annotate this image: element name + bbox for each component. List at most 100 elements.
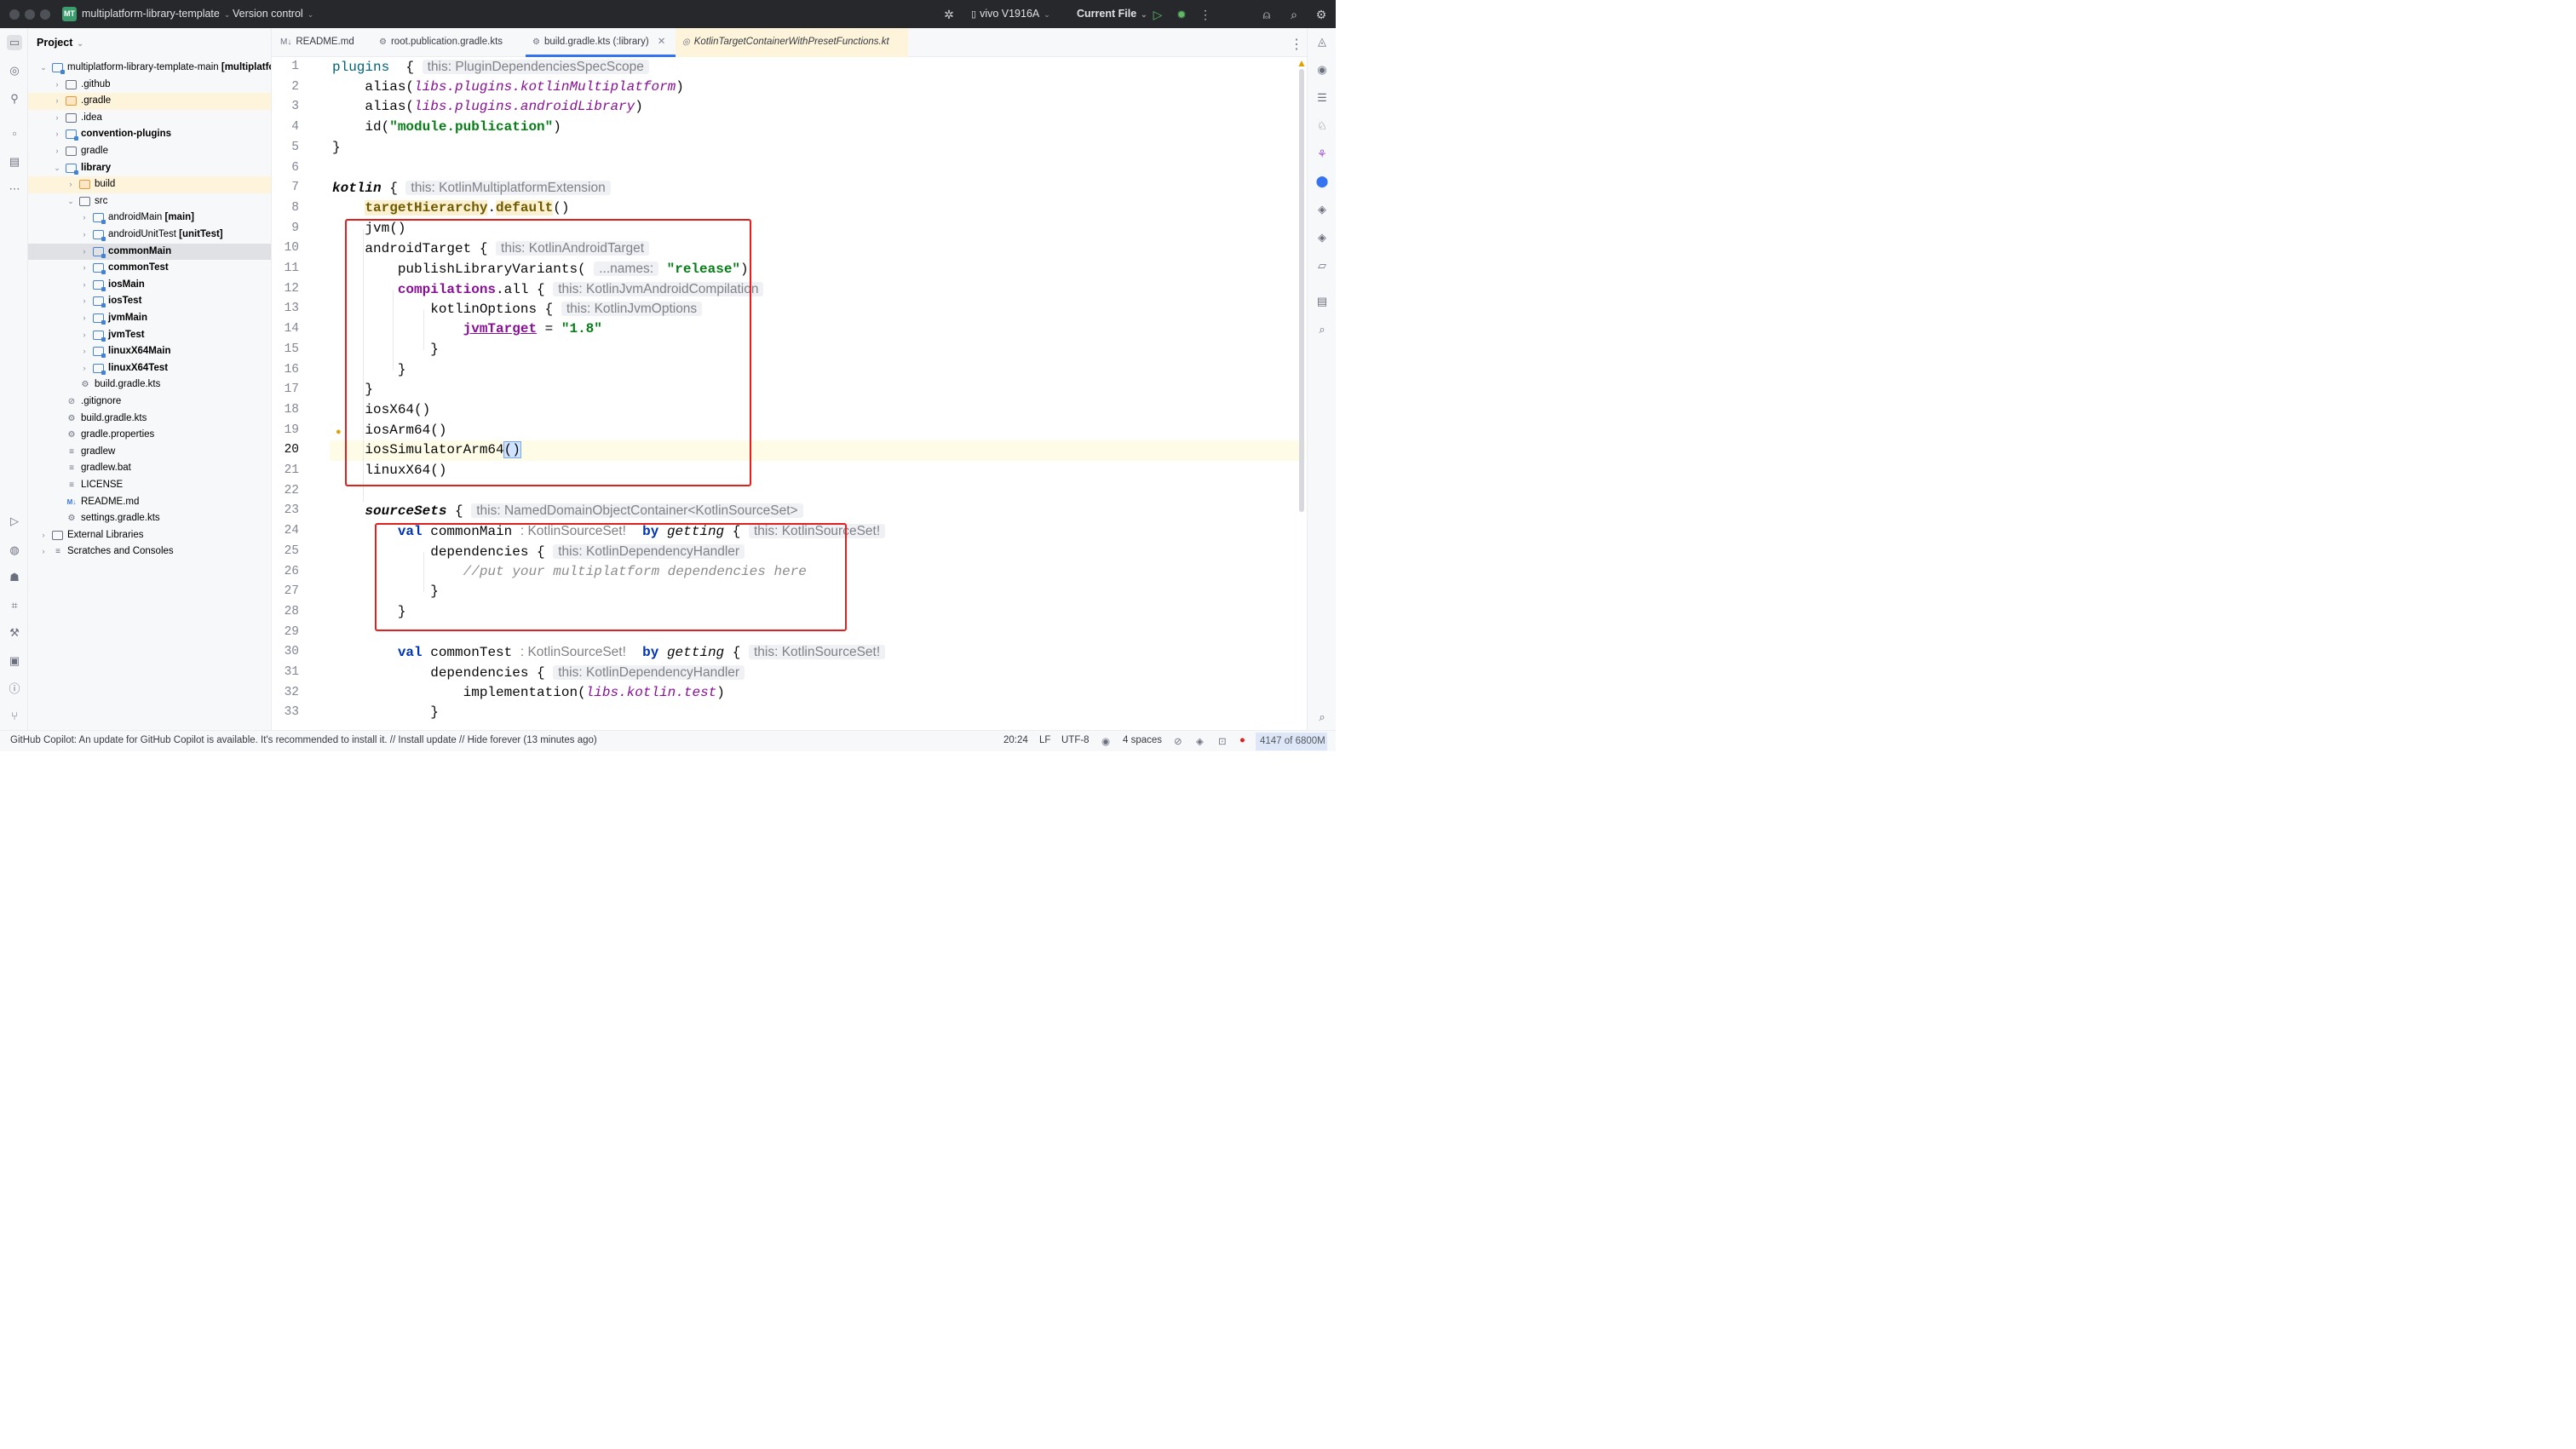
device-selector[interactable]: ▯ vivo V1916A ⌄ [971,8,1050,20]
resource-manager-icon[interactable]: ◎ [7,63,22,78]
vertical-scrollbar[interactable] [1299,69,1304,512]
tree-item[interactable]: ≡ LICENSE [28,477,271,494]
chevron-right-icon[interactable]: › [53,126,61,143]
file-encoding[interactable]: UTF-8 [1061,735,1090,745]
chevron-right-icon[interactable]: › [39,543,48,561]
caret-position[interactable]: 20:24 [1003,735,1028,745]
chevron-right-icon[interactable]: › [53,93,61,110]
tree-item[interactable]: › jvmTest [28,327,271,344]
tree-item[interactable]: › iosTest [28,293,271,310]
project-switcher[interactable]: multiplatform-library-template ⌄ [82,8,230,20]
copilot-icon[interactable]: ◉ [1314,62,1330,78]
close-window-button[interactable] [9,9,20,20]
tree-item[interactable]: › gradle [28,143,271,160]
tree-item[interactable]: ≡ gradlew.bat [28,460,271,477]
add-user-icon[interactable]: ⍝ [1259,7,1274,22]
build-variants-icon[interactable]: ▤ [7,154,22,170]
project-panel-header[interactable]: Project ⌄ [37,37,83,49]
memory-indicator[interactable]: 4147 of 6800M [1256,733,1327,750]
debug-bug-icon[interactable]: ✲ [941,7,957,22]
code-editor[interactable]: plugins { this: PluginDependenciesSpecSc… [272,57,1307,730]
notifications-bell-icon[interactable]: ◬ [1314,34,1330,49]
eye-icon[interactable]: ◉ [1101,735,1110,747]
ai-status-icon[interactable]: ◈ [1196,735,1204,747]
app-inspection-icon[interactable]: ◍ [7,543,22,558]
profiler-icon[interactable]: ⌗ [7,598,22,613]
tab-root-publication[interactable]: ⚙ root.publication.gradle.kts [379,28,503,57]
gradle-elephant-icon[interactable]: ♘ [1314,118,1330,134]
tree-item[interactable]: ⌄ multiplatform-library-template-main [mu… [28,60,271,77]
tree-item[interactable]: › convention-plugins [28,126,271,143]
search-icon[interactable]: ⌕ [1286,7,1302,22]
run-config-selector[interactable]: Current File ⌄ [1077,8,1147,20]
device-manager-icon[interactable]: ▱ [1314,258,1330,273]
tree-item[interactable]: › iosMain [28,277,271,294]
more-vertical-icon[interactable]: ⋮ [1290,36,1303,53]
tree-item[interactable]: › External Libraries [28,527,271,544]
chevron-right-icon[interactable]: › [80,227,89,244]
chevron-right-icon[interactable]: › [80,327,89,344]
tree-item[interactable]: › .idea [28,110,271,127]
vcs-menu[interactable]: Version control ⌄ [233,8,313,20]
device-explorer-icon[interactable]: ⌕ [1314,322,1330,337]
minimize-window-button[interactable] [25,9,35,20]
project-folder-icon[interactable]: ▭ [7,35,22,50]
gear-icon[interactable]: ⚙ [1314,7,1329,22]
tree-item[interactable]: ⚙ build.gradle.kts [28,411,271,428]
status-message[interactable]: GitHub Copilot: An update for GitHub Cop… [10,735,597,745]
tab-kotlin-target-container[interactable]: ◎ KotlinTargetContainerWithPresetFunction… [676,28,908,57]
database-icon[interactable]: ☰ [1314,90,1330,106]
tree-item[interactable]: › commonTest [28,260,271,277]
modules-icon[interactable]: ▫ [7,126,22,141]
copilot-status-icon[interactable]: ⊘ [1174,735,1182,747]
tree-item[interactable]: › androidMain [main] [28,210,271,227]
tree-item[interactable]: › androidUnitTest [unitTest] [28,227,271,244]
chevron-down-icon[interactable]: ⌄ [39,60,48,77]
chevron-down-icon[interactable]: ⌄ [53,160,61,177]
structure-icon[interactable]: ⚲ [7,91,22,106]
chevron-right-icon[interactable]: › [53,77,61,94]
tree-item[interactable]: › linuxX64Test [28,360,271,377]
warning-icon[interactable]: ▲ [1297,57,1307,69]
tree-item[interactable]: ≡ gradlew [28,444,271,461]
chevron-right-icon[interactable]: › [80,277,89,294]
plugin-icon[interactable]: ⚘ [1314,147,1330,162]
chevron-right-icon[interactable]: › [66,176,75,193]
chevron-down-icon[interactable]: ⌄ [66,193,75,210]
run-tool-icon[interactable]: ▷ [7,514,22,529]
chevron-right-icon[interactable]: › [80,293,89,310]
tree-item[interactable]: ⚙ gradle.properties [28,427,271,444]
terminal-icon[interactable]: ▣ [7,653,22,669]
tree-item[interactable]: › build [28,176,271,193]
running-devices-icon[interactable]: ▤ [1314,294,1330,309]
tree-item[interactable]: › jvmMain [28,310,271,327]
chevron-right-icon[interactable]: › [80,260,89,277]
assistant-icon[interactable]: ◈ [1314,202,1330,217]
logcat-icon[interactable]: ☗ [7,570,22,585]
tree-item[interactable]: › linuxX64Main [28,343,271,360]
tree-item[interactable]: › .gradle [28,93,271,110]
code-chat-icon[interactable]: ⬤ [1314,174,1330,189]
zoom-window-button[interactable] [40,9,50,20]
inspect-icon[interactable]: ⌕ [1314,710,1330,725]
close-icon[interactable]: ✕ [658,37,666,47]
error-icon[interactable]: ● [1239,735,1245,745]
indent-setting[interactable]: 4 spaces [1123,735,1162,745]
tree-item[interactable]: ⚙ settings.gradle.kts [28,510,271,527]
tree-item[interactable]: › ≡ Scratches and Consoles [28,543,271,561]
run-icon[interactable]: ▷ [1150,7,1165,22]
chevron-right-icon[interactable]: › [80,244,89,261]
tree-item[interactable]: › commonMain [28,243,271,261]
tree-item[interactable]: ⌄ library [28,160,271,177]
lightbulb-icon[interactable]: ● [336,427,342,437]
chevron-right-icon[interactable]: › [80,310,89,327]
tree-item[interactable]: › .github [28,77,271,94]
lock-icon[interactable]: ⊡ [1218,735,1227,747]
more-horizontal-icon[interactable]: ⋯ [7,181,22,197]
tree-item[interactable]: ⊘ .gitignore [28,394,271,411]
chevron-right-icon[interactable]: › [80,360,89,377]
chevron-right-icon[interactable]: › [80,343,89,360]
tab-readme[interactable]: M↓ README.md [280,28,354,57]
debug-icon[interactable]: ✹ [1174,7,1189,22]
tab-build-gradle-library[interactable]: ⚙ build.gradle.kts (:library) ✕ [526,28,676,57]
